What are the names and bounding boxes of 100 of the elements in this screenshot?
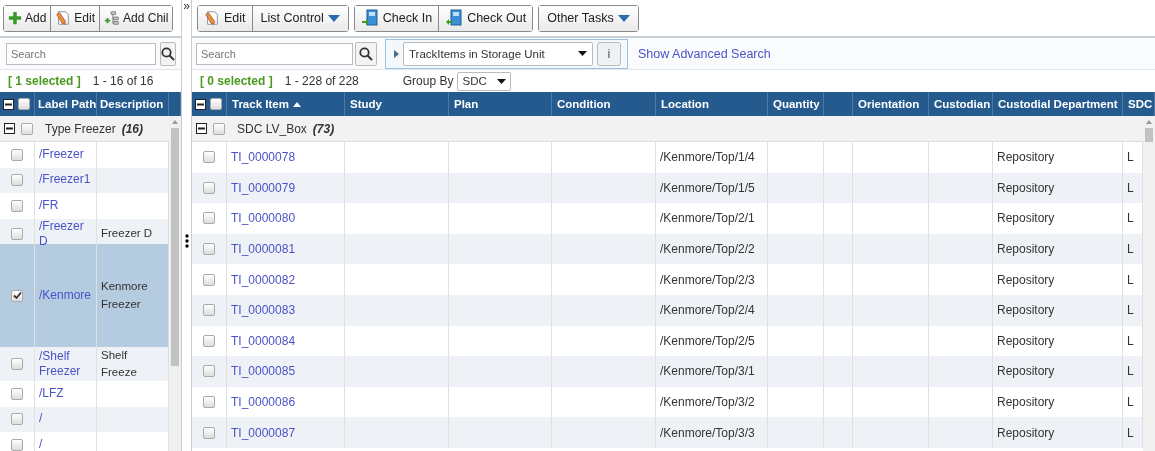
label-path-link[interactable]: /Freezer: [39, 146, 84, 163]
checkbox[interactable]: [11, 358, 23, 371]
checkbox[interactable]: [203, 243, 215, 256]
track-item-link[interactable]: TI_0000080: [231, 211, 296, 226]
checkbox[interactable]: [203, 212, 215, 225]
group-by-dropdown[interactable]: SDC: [457, 71, 511, 91]
collapse-icon[interactable]: [4, 123, 15, 134]
checkbox[interactable]: [21, 122, 33, 135]
checkbox[interactable]: [11, 289, 23, 302]
group-count: (73): [312, 121, 335, 136]
table-cell: Repository: [997, 180, 1055, 195]
checkbox[interactable]: [203, 151, 215, 164]
column-header[interactable]: Custodial Department: [998, 98, 1118, 110]
table-cell: /Kenmore/Top/3/3: [660, 425, 755, 440]
table-row[interactable]: TI_0000087 /Kenmore/Top/3/3 Repository L: [192, 417, 1143, 448]
track-item-link[interactable]: TI_0000083: [231, 303, 296, 318]
group-count: (16): [121, 121, 144, 136]
search-field[interactable]: Search: [6, 42, 156, 65]
group-row[interactable]: SDC LV_Box (73): [192, 116, 1143, 142]
track-item-link[interactable]: TI_0000078: [231, 150, 296, 165]
track-item-link[interactable]: TI_0000087: [231, 425, 296, 440]
search-icon: [161, 46, 175, 61]
table-cell: Repository: [997, 303, 1055, 318]
table-row[interactable]: TI_0000083 /Kenmore/Top/2/4 Repository L: [192, 294, 1143, 326]
table-row[interactable]: TI_0000085 /Kenmore/Top/3/1 Repository L: [192, 356, 1143, 387]
saved-search-dropdown[interactable]: TrackItems in Storage Unit: [403, 41, 593, 66]
checkbox[interactable]: [11, 413, 23, 426]
track-item-link[interactable]: TI_0000079: [231, 180, 296, 195]
search-field[interactable]: Search: [196, 42, 353, 65]
checkbox[interactable]: [11, 174, 23, 187]
table-cell: Repository: [997, 150, 1055, 165]
table-cell: Repository: [997, 395, 1055, 410]
checkbox[interactable]: [11, 438, 23, 451]
info-button[interactable]: i: [597, 41, 621, 66]
toolbar-button[interactable]: Check In: [354, 5, 440, 31]
table-row[interactable]: TI_0000079 /Kenmore/Top/1/5 Repository L: [192, 172, 1143, 204]
label-path-link[interactable]: /FR: [39, 197, 59, 214]
checkbox[interactable]: [203, 334, 215, 347]
column-header[interactable]: Custodian: [934, 98, 991, 110]
label-path-link[interactable]: /Freezer1: [39, 172, 91, 189]
track-item-link[interactable]: TI_0000086: [231, 395, 296, 410]
toolbar-button[interactable]: Add: [4, 5, 52, 31]
collapse-icon[interactable]: [3, 98, 14, 110]
table-row[interactable]: /: [0, 406, 169, 432]
checkbox[interactable]: [203, 304, 215, 317]
table-row[interactable]: /Shelf Freezer Shelf Freeze: [0, 347, 169, 381]
label-path-link[interactable]: /LFZ: [39, 385, 64, 402]
checkbox[interactable]: [11, 148, 23, 161]
advanced-search-link[interactable]: Show Advanced Search: [638, 46, 771, 61]
checkbox[interactable]: [203, 273, 215, 286]
column-header[interactable]: SDC: [1128, 98, 1153, 110]
checkbox[interactable]: [203, 181, 215, 194]
track-item-link[interactable]: TI_0000085: [231, 364, 296, 379]
checkbox[interactable]: [203, 365, 215, 378]
table-row[interactable]: TI_0000081 /Kenmore/Top/2/2 Repository L: [192, 233, 1143, 265]
search-button[interactable]: [160, 41, 176, 66]
checkbox[interactable]: [203, 426, 215, 439]
column-header[interactable]: Quantity: [773, 98, 820, 110]
checkbox[interactable]: [203, 396, 215, 409]
group-row[interactable]: Type Freezer (16): [0, 116, 169, 142]
pencil-page-icon: [204, 10, 220, 26]
label-path-link[interactable]: /: [39, 436, 43, 451]
checkbox[interactable]: [210, 98, 222, 110]
track-item-link[interactable]: TI_0000081: [231, 242, 296, 257]
table-cell: Repository: [997, 272, 1055, 287]
toolbar-button[interactable]: Edit: [198, 5, 253, 31]
column-header[interactable]: Description: [100, 98, 164, 110]
track-item-link[interactable]: TI_0000084: [231, 333, 296, 348]
collapse-icon[interactable]: [196, 123, 207, 134]
collapse-toggle[interactable]: »: [183, 0, 190, 12]
label-path-link[interactable]: /Shelf Freezer: [39, 348, 92, 380]
column-header[interactable]: Orientation: [858, 98, 920, 110]
column-header[interactable]: Location: [661, 98, 709, 110]
expand-arrow-icon[interactable]: [394, 49, 399, 58]
tree-plus-icon: [104, 10, 121, 26]
column-header[interactable]: Condition: [557, 98, 611, 110]
column-header[interactable]: Label Path: [38, 98, 96, 110]
splitter-handle-icon[interactable]: [184, 234, 189, 248]
label-path-link[interactable]: /Kenmore: [39, 287, 92, 304]
checkbox[interactable]: [11, 228, 23, 241]
scrollbar[interactable]: [169, 116, 181, 451]
collapse-icon[interactable]: [195, 98, 206, 110]
table-row[interactable]: /Freezer1: [0, 167, 169, 193]
label-path-link[interactable]: /: [39, 411, 43, 428]
checkbox[interactable]: [18, 98, 30, 110]
dropdown-button[interactable]: Other Tasks: [539, 5, 638, 31]
scrollbar[interactable]: [1143, 116, 1155, 451]
checkbox[interactable]: [11, 387, 23, 400]
table-cell-text: Shelf Freeze: [101, 348, 138, 381]
table-row[interactable]: /Freezer D Freezer D: [0, 218, 169, 244]
track-item-link[interactable]: TI_0000082: [231, 272, 296, 287]
checkbox[interactable]: [213, 122, 225, 135]
search-button[interactable]: [355, 41, 377, 66]
checkbox[interactable]: [11, 199, 23, 212]
table-cell: /Kenmore/Top/1/4: [660, 150, 755, 165]
table-cell: Repository: [997, 242, 1055, 257]
column-header[interactable]: Track Item: [232, 98, 301, 110]
column-header[interactable]: Plan: [454, 98, 479, 110]
column-header[interactable]: Study: [350, 98, 382, 110]
table-cell: L: [1127, 425, 1134, 440]
